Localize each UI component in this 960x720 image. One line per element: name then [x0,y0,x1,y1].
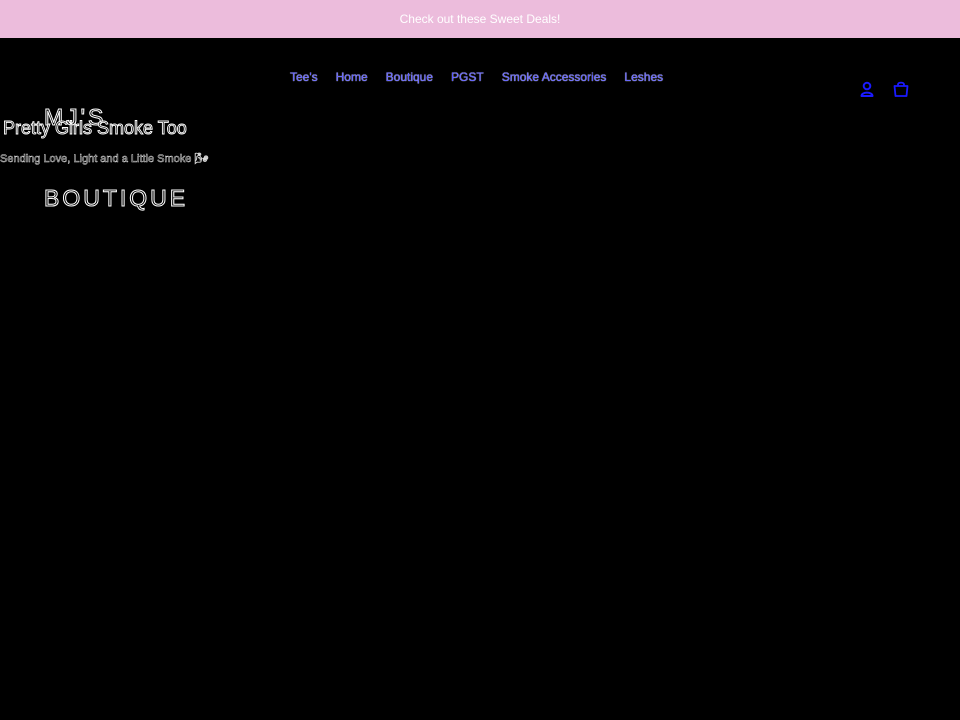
nav-item-tees[interactable]: Tee's [290,69,318,85]
page-title: Pretty Girls Smoke Too [3,118,188,139]
account-icon[interactable] [858,80,876,98]
site-header: MJ'S BOUTIQUE Tee's Home Boutique PGST S… [0,38,960,212]
nav-item-pgst[interactable]: PGST [451,69,484,85]
cart-icon[interactable] [892,80,910,98]
nav-item-smoke-accessories[interactable]: Smoke Accessories [502,69,607,85]
main-nav: Tee's Home Boutique PGST Smoke Accessori… [290,69,663,85]
announcement-text[interactable]: Check out these Sweet Deals! [400,12,561,26]
nav-item-boutique[interactable]: Boutique [386,69,433,85]
logo-line-2: BOUTIQUE [44,185,189,212]
page-tagline: Sending Love, Light and a Little Smoke 🌬 [0,153,209,166]
announcement-bar[interactable]: Check out these Sweet Deals! [0,0,960,38]
nav-item-lashes[interactable]: Leshes [624,69,663,85]
nav-item-home[interactable]: Home [336,69,368,85]
header-icons [858,80,910,98]
